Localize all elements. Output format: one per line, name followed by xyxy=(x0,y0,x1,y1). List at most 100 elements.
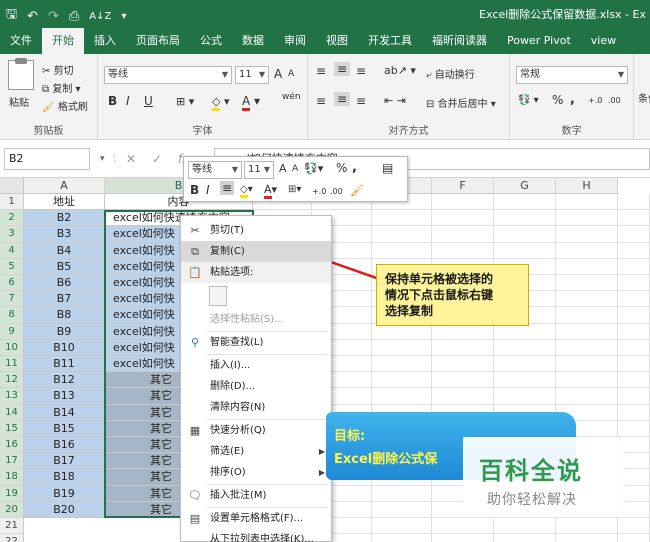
customize-toolbar-icon[interactable]: ▾ xyxy=(121,11,126,22)
border-icon[interactable]: ⊞ ▾ xyxy=(176,95,194,108)
menu-item-insert-comment[interactable]: 🗨 插入批注(M) xyxy=(181,485,331,506)
font-name-select[interactable]: 等线 ▼ xyxy=(104,66,232,84)
indent-icon[interactable]: ⇤ ⇥ xyxy=(384,94,406,107)
font-color-icon[interactable]: A ▾ xyxy=(242,94,260,111)
cell-A[interactable]: B9 xyxy=(24,323,105,340)
redo-icon[interactable]: ↷ xyxy=(48,9,59,24)
mini-grow-font[interactable]: A xyxy=(279,162,287,175)
row-header[interactable]: 5 xyxy=(0,258,24,275)
menu-item-filter[interactable]: 筛选(E) ▶ xyxy=(181,441,331,462)
row-header[interactable]: 9 xyxy=(0,323,24,340)
cell-A[interactable]: B18 xyxy=(24,469,105,486)
row-header[interactable]: 6 xyxy=(0,275,24,292)
top-align-icon[interactable]: ≡ xyxy=(316,64,326,78)
mini-font-name[interactable]: 等线 ▼ xyxy=(188,161,242,179)
mini-table-icon[interactable]: ▤ xyxy=(382,161,393,175)
cell-A[interactable]: B8 xyxy=(24,307,105,324)
currency-icon[interactable]: 💱 ▾ xyxy=(518,95,539,106)
sort-ascending-icon[interactable]: A↓Z xyxy=(89,11,111,22)
row-header[interactable]: 21 xyxy=(0,518,24,535)
number-format-select[interactable]: 常规 ▼ xyxy=(516,66,628,84)
mini-increase-decimal-icon[interactable]: +.0 xyxy=(312,187,326,196)
tab-4[interactable]: 公式 xyxy=(190,28,232,54)
enter-icon[interactable]: ✓ xyxy=(152,148,162,170)
menu-item-clear[interactable]: 清除内容(N) xyxy=(181,397,331,418)
bold-button[interactable]: B xyxy=(108,94,117,108)
align-center-icon[interactable]: ≡ xyxy=(334,92,351,106)
cell-A[interactable]: B6 xyxy=(24,275,105,292)
mini-format-painter-icon[interactable]: 🖌 xyxy=(350,184,364,197)
comma-button[interactable]: , xyxy=(570,92,575,107)
row-header[interactable]: 19 xyxy=(0,485,24,502)
mini-shrink-font[interactable]: A xyxy=(292,164,298,174)
mini-number-format-icon[interactable]: 💱▾ xyxy=(304,162,323,175)
mini-align-center-icon[interactable]: ≡ xyxy=(220,181,235,195)
cut-button[interactable]: ✂ 剪切 xyxy=(42,62,74,77)
cell-A[interactable]: B13 xyxy=(24,388,105,405)
column-header-F[interactable]: F xyxy=(432,178,494,194)
font-size-select[interactable]: 11 ▼ xyxy=(235,66,269,84)
row-header[interactable]: 4 xyxy=(0,242,24,259)
row-header[interactable]: 3 xyxy=(0,226,24,243)
menu-item-copy[interactable]: ⧉ 复制(C) xyxy=(181,241,331,262)
mini-comma[interactable]: , xyxy=(352,160,357,175)
mini-italic[interactable]: I xyxy=(206,183,210,197)
row-header[interactable]: 20 xyxy=(0,501,24,518)
row-header[interactable]: 1 xyxy=(0,194,24,211)
align-right-icon[interactable]: ≡ xyxy=(356,94,366,108)
cell-A[interactable]: B20 xyxy=(24,501,105,518)
mini-percent[interactable]: % xyxy=(336,161,347,175)
tab-11[interactable]: view xyxy=(581,28,626,54)
conditional-format-button[interactable]: 条件 xyxy=(638,90,650,105)
tab-9[interactable]: 福昕阅读器 xyxy=(422,28,497,54)
row-header[interactable]: 8 xyxy=(0,307,24,324)
mini-border-icon[interactable]: ⊞▾ xyxy=(288,184,301,195)
name-box[interactable]: B2 xyxy=(4,148,90,170)
menu-item-smart-lookup[interactable]: ⚲ 智能查找(L) xyxy=(181,332,331,353)
cell-A[interactable]: B12 xyxy=(24,372,105,389)
cell-A[interactable]: B4 xyxy=(24,242,105,259)
row-header[interactable]: 12 xyxy=(0,372,24,389)
menu-item-pick-from-list[interactable]: 从下拉列表中选择(K)... xyxy=(181,529,331,542)
mini-decrease-decimal-icon[interactable]: .00 xyxy=(330,187,343,196)
cell-A[interactable]: B19 xyxy=(24,485,105,502)
row-header[interactable]: 15 xyxy=(0,420,24,437)
row-header[interactable]: 2 xyxy=(0,210,24,227)
row-header[interactable]: 11 xyxy=(0,356,24,373)
cell-A[interactable]: B17 xyxy=(24,453,105,470)
underline-button[interactable]: U xyxy=(144,94,153,108)
increase-decimal-icon[interactable]: +.0 xyxy=(588,96,602,105)
menu-item-cut[interactable]: ✂ 剪切(T) xyxy=(181,220,331,241)
mini-fill-color-icon[interactable]: ◇▾ xyxy=(240,184,253,198)
select-all-corner[interactable] xyxy=(0,178,24,194)
cell-A[interactable]: 地址 xyxy=(24,194,105,211)
menu-item-format-cells[interactable]: ▤ 设置单元格格式(F)... xyxy=(181,508,331,529)
phonetic-icon[interactable]: wén xyxy=(282,92,301,102)
tab-0[interactable]: 文件 xyxy=(0,28,42,54)
row-header[interactable]: 7 xyxy=(0,291,24,308)
format-painter-button[interactable]: 🖌 格式刷 xyxy=(42,98,88,113)
cell-A[interactable]: B5 xyxy=(24,258,105,275)
merge-center-button[interactable]: ⊟ 合并后居中 ▾ xyxy=(426,95,496,110)
tab-6[interactable]: 审阅 xyxy=(274,28,316,54)
row-header[interactable]: 14 xyxy=(0,404,24,421)
tab-8[interactable]: 开发工具 xyxy=(358,28,422,54)
middle-align-icon[interactable]: ≡ xyxy=(334,62,351,76)
mini-font-color-icon[interactable]: A▾ xyxy=(264,183,277,199)
row-header[interactable]: 22 xyxy=(0,534,24,542)
menu-item-insert[interactable]: 插入(I)... xyxy=(181,355,331,376)
column-header-G[interactable]: G xyxy=(494,178,556,194)
fill-color-icon[interactable]: ◇ ▾ xyxy=(212,95,230,111)
bottom-align-icon[interactable]: ≡ xyxy=(356,64,366,78)
menu-item-delete[interactable]: 删除(D)... xyxy=(181,376,331,397)
tab-3[interactable]: 页面布局 xyxy=(126,28,190,54)
cell-A[interactable]: B10 xyxy=(24,339,105,356)
cell-A[interactable]: B16 xyxy=(24,437,105,454)
grow-font-button[interactable]: A xyxy=(274,67,282,81)
align-left-icon[interactable]: ≡ xyxy=(316,94,326,108)
paste-icon[interactable] xyxy=(8,58,34,90)
tab-1[interactable]: 开始 xyxy=(42,28,84,54)
shrink-font-button[interactable]: A xyxy=(288,69,294,79)
save-icon[interactable]: 🖫 xyxy=(6,5,17,27)
row-header[interactable]: 18 xyxy=(0,469,24,486)
